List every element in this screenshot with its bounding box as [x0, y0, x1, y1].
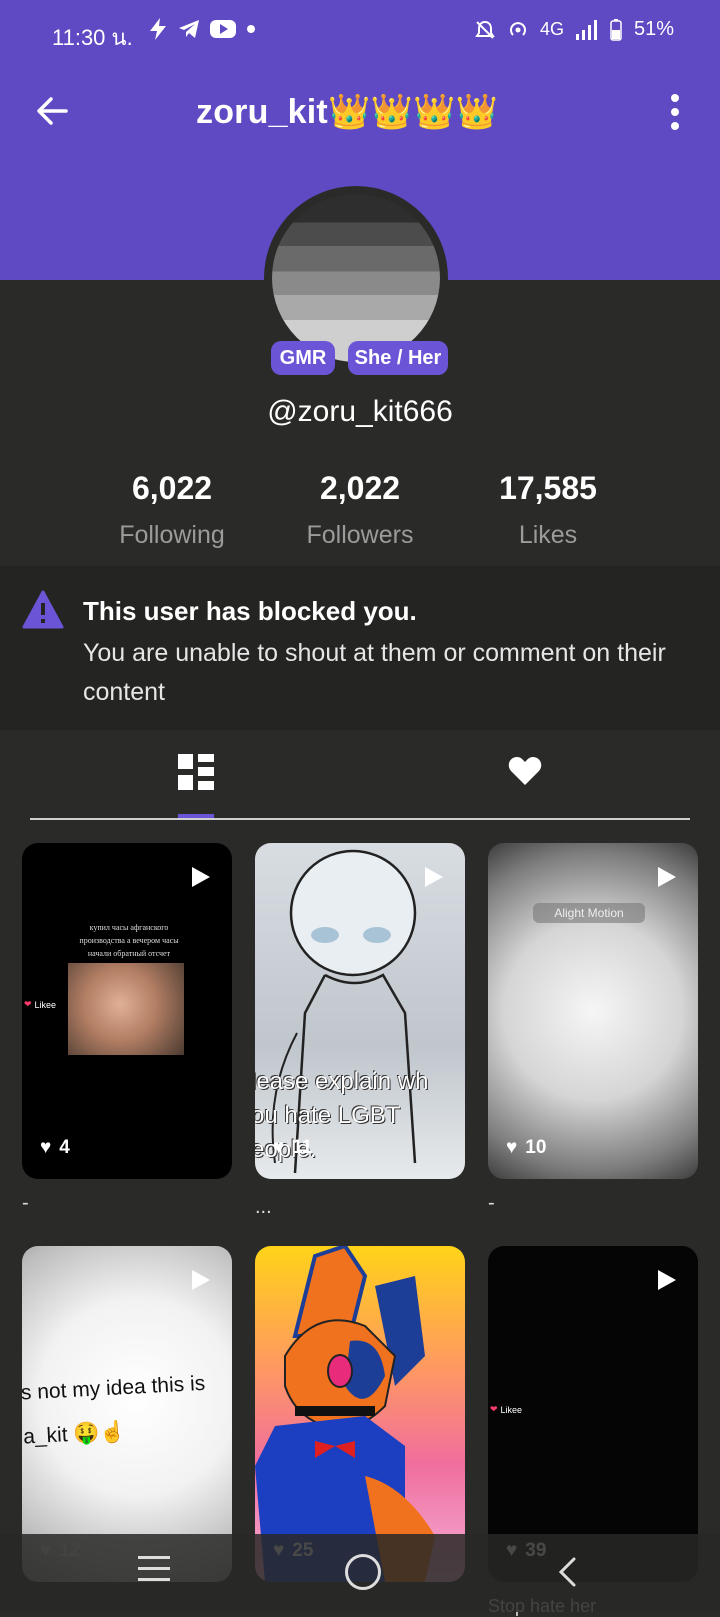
- dot-icon: [247, 25, 255, 33]
- flash-icon: [150, 18, 166, 40]
- video-like-count: 10: [525, 1137, 547, 1158]
- status-bar: 11:30 น. 4G 51%: [0, 0, 720, 66]
- video-like-count: 4: [59, 1137, 70, 1158]
- youtube-icon: [210, 20, 236, 38]
- likes-label: Likes: [518, 521, 578, 549]
- tab-divider: [30, 818, 690, 820]
- video-caption: -: [488, 1192, 495, 1214]
- watermark-heart-icon: ❤: [24, 999, 32, 1009]
- tab-videos-grid-icon[interactable]: [178, 754, 214, 790]
- video-drawing: [255, 1246, 435, 1582]
- content-tabs: [30, 740, 690, 820]
- avatar-image: [272, 194, 440, 362]
- video-likes: ♥ 11: [273, 1137, 312, 1159]
- video-overlay-text: s not my idea this is a_kit 🤑☝️: [22, 1371, 206, 1449]
- stat-followers[interactable]: 2,022 Followers: [260, 470, 460, 550]
- video-card[interactable]: s not my idea this is a_kit 🤑☝️ ♥12: [22, 1246, 232, 1582]
- video-caption: ...: [255, 1196, 272, 1218]
- network-type: 4G: [539, 19, 564, 39]
- alight-motion-watermark: Alight Motion: [533, 903, 645, 923]
- battery-icon: [610, 18, 622, 41]
- signal-icon: [575, 19, 597, 40]
- status-right: 4G 51%: [474, 18, 674, 41]
- notification-icons: [148, 18, 256, 40]
- gamer-badge: GMR: [271, 341, 335, 375]
- warning-icon: [22, 590, 64, 629]
- video-likes: ♥ 4: [40, 1137, 70, 1159]
- video-thumbnail-photo: [68, 963, 184, 1055]
- play-icon: [425, 867, 443, 887]
- pronoun-badge: She / Her: [348, 341, 448, 375]
- video-card[interactable]: купил часы афганского производства а веч…: [22, 843, 232, 1179]
- watermark-heart-icon: ❤: [490, 1404, 498, 1414]
- play-icon: [192, 867, 210, 887]
- video-card[interactable]: ❤ Likee ♥39: [488, 1246, 698, 1582]
- username-handle: @zoru_kit666: [267, 395, 453, 428]
- back-arrow-icon[interactable]: [32, 90, 74, 132]
- blocked-title: This user has blocked you.: [83, 596, 417, 626]
- telegram-icon: [179, 20, 199, 38]
- hotspot-icon: [510, 21, 526, 36]
- tab-liked-heart-icon[interactable]: [508, 755, 542, 787]
- following-label: Following: [119, 521, 225, 549]
- video-likes: ♥ 10: [506, 1137, 546, 1159]
- heart-icon: ♥: [40, 1137, 52, 1158]
- watermark-text: Likee: [500, 1404, 523, 1415]
- likee-watermark: ❤ Likee: [24, 999, 56, 1010]
- blocked-notice: This user has blocked you. You are unabl…: [0, 566, 720, 730]
- system-back-icon[interactable]: [556, 1556, 578, 1588]
- recent-apps-icon[interactable]: [138, 1556, 170, 1589]
- home-icon[interactable]: [345, 1554, 381, 1590]
- followers-label: Followers: [306, 521, 414, 549]
- play-icon: [192, 1270, 210, 1290]
- following-count: 6,022: [131, 470, 213, 506]
- video-card[interactable]: lease explain wh ou hate LGBT eople. ♥ 11: [255, 843, 465, 1179]
- heart-icon: ♥: [273, 1137, 285, 1158]
- blocked-message: You are unable to shout at them or comme…: [83, 639, 666, 706]
- page-title: zoru_kit👑👑👑👑: [196, 93, 499, 131]
- play-icon: [658, 1270, 676, 1290]
- heart-icon: ♥: [506, 1137, 518, 1158]
- battery-level: 51%: [633, 18, 674, 40]
- stat-likes: 17,585 Likes: [448, 470, 648, 550]
- more-options-icon[interactable]: [662, 90, 688, 134]
- video-caption: -: [22, 1192, 29, 1214]
- status-time: 11:30 น.: [52, 25, 133, 50]
- video-like-count: 11: [292, 1137, 313, 1158]
- followers-count: 2,022: [319, 470, 401, 506]
- likee-watermark: ❤ Likee: [490, 1404, 522, 1415]
- video-card[interactable]: ♥25: [255, 1246, 465, 1582]
- watermark-text: Likee: [34, 999, 57, 1010]
- system-nav-bar: [0, 1534, 720, 1612]
- stat-following[interactable]: 6,022 Following: [72, 470, 272, 550]
- video-card[interactable]: Alight Motion ♥ 10: [488, 843, 698, 1179]
- mute-icon: [475, 20, 495, 39]
- video-overlay-text: купил часы афганского производства а веч…: [79, 923, 179, 958]
- likes-count: 17,585: [499, 470, 597, 506]
- play-icon: [658, 867, 676, 887]
